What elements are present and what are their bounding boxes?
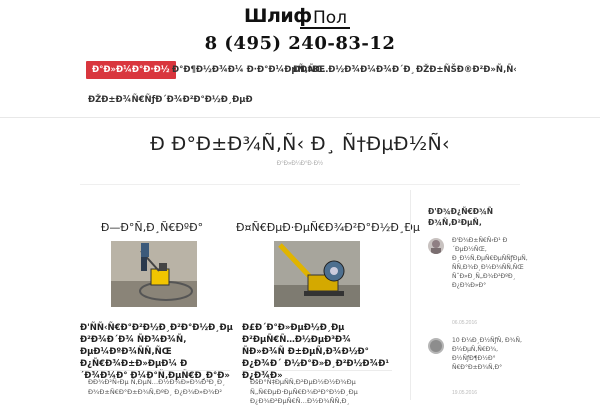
nav-item-3[interactable]: ÐÐ¤Ð…Ð½Ð¾Ð¼Ð¾Ð´Ð¸ xyxy=(293,61,415,79)
card-title-2[interactable]: Ð¤Ñ€ÐµÐ·ÐµÑ€Ð¾Ð²Ð°Ð½Ð¸Ðµ xyxy=(236,221,420,234)
breadcrumb[interactable]: Ð°Ð»Ð¼Ð°Ð·Ð½ xyxy=(0,161,600,167)
comment-date-1: 06.05.2016 xyxy=(452,320,478,326)
comment-text-1[interactable]: Ð'Ð¾Ð±Ñ€Ñ‹Ð¹ Ð´ÐµÐ½ÑŒ, Ð¸Ð½Ñ‚ÐµÑ€ÐµÑÑƒÐµ… xyxy=(452,236,528,290)
comment-text-2[interactable]: 10 Ð¼Ð¸Ð½ÑƒÑ‚ Ð¾Ñ‚ Ð¼ÐµÑ‚Ñ€Ð¾, Ð½ÑƒÐ¶Ð½Ð… xyxy=(452,336,522,372)
comment-date-2: 19.05.2016 xyxy=(452,390,478,396)
post-excerpt-2: ÐšÐ°Ñ‡ÐµÑÑ‚Ð²ÐµÐ½Ð½Ð¾Ðµ Ñ„Ñ€ÐµÐ·ÐµÑ€Ð¾Ð²… xyxy=(250,378,358,405)
sidebar-divider xyxy=(410,190,411,400)
nav-item-4[interactable]: ÐŽÐ±ÑŠÐ®Ð²Ð»Ñ‚Ñ‹ xyxy=(416,61,517,79)
post-title-2[interactable]: Ð£Ð´Ð°Ð»ÐµÐ½Ð¸Ðµ Ð²ÐµÑ€Ñ…Ð½ÐµÐ³Ð¾ ÑÐ»Ð¾Ñ… xyxy=(242,322,392,382)
card-title-1[interactable]: Ð—Ð°Ñ‚Ð¸Ñ€ÐºÐ° xyxy=(82,221,222,234)
logo-right-text: Пол xyxy=(313,8,348,28)
milling-machine-photo xyxy=(274,241,360,307)
sidebar-widget-title: Ð'Ð¾Ð¿Ñ€Ð¾Ñ Ð¾Ñ‚Ð²ÐµÑ‚ xyxy=(428,207,494,227)
page-title: Ð Ð°Ð±Ð¾Ñ‚Ñ‹ Ð¸ Ñ†ÐµÐ½Ñ‹ xyxy=(150,133,450,155)
logo-left-text: Шлиф xyxy=(244,5,312,27)
post-title-1[interactable]: Ð'ÑÑ‹Ñ€Ð°Ð²Ð½Ð¸Ð²Ð°Ð½Ð¸Ðµ Ð²Ð¾Ð´Ð¾ ÑÐ¾Ð¾… xyxy=(80,322,233,382)
site-header: Шлиф Пол 8 (495) 240-83-12 Ð°Ð»Ð¼Ð°Ð·Ð½ … xyxy=(0,0,600,118)
post-excerpt-1: ÐÐ¾Ð²Ñ‹Ðµ Ñ‚ÐµÑ…Ð½Ð¾Ð»Ð¾Ð³Ð¸Ð¸ Ð¾Ð±Ñ€Ð°Ð… xyxy=(88,378,226,396)
nav-item-1[interactable]: Ð°Ð»Ð¼Ð°Ð·Ð½ xyxy=(86,61,176,79)
avatar-image-2 xyxy=(428,338,444,354)
avatar-image-1 xyxy=(428,238,444,254)
card-image-2[interactable] xyxy=(274,241,360,307)
card-image-1[interactable] xyxy=(111,241,197,307)
comment-avatar-1[interactable] xyxy=(428,238,444,254)
trowel-machine-photo xyxy=(111,241,197,307)
phone-number[interactable]: 8 (495) 240-83-12 xyxy=(0,33,600,54)
post-divider-2 xyxy=(242,370,392,371)
logo-underline xyxy=(300,27,350,29)
post-divider-1 xyxy=(80,370,230,371)
content-divider xyxy=(80,184,520,185)
comment-avatar-2[interactable] xyxy=(428,338,444,354)
nav-item-5[interactable]: ÐŽÐ±Ð¾Ñ€ÑƒÐ´Ð¾Ð²Ð°Ð½Ð¸ÐµÐ xyxy=(88,91,253,109)
header-divider xyxy=(0,117,600,118)
